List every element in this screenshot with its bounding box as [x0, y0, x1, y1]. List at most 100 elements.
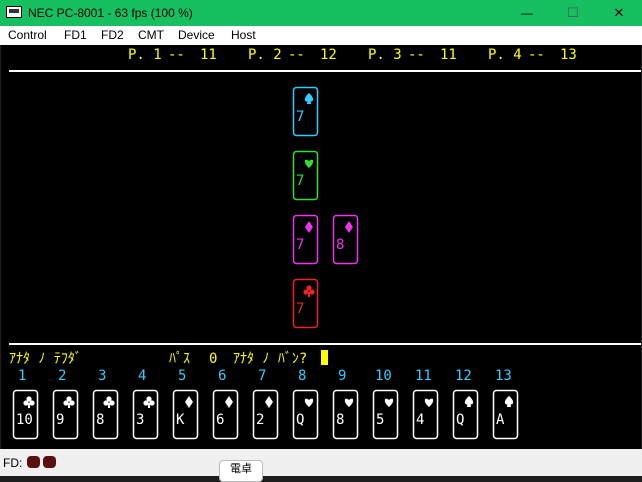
score-value: 12 — [320, 47, 337, 63]
table-card: 7 — [292, 214, 319, 265]
card-rank: 7 — [296, 173, 304, 189]
score-separator: -- — [168, 47, 185, 63]
hand-card[interactable]: 8 — [332, 389, 359, 440]
menu-device[interactable]: Device — [178, 28, 215, 42]
hand-card[interactable]: 10 — [12, 389, 39, 440]
diamond-icon — [265, 396, 273, 408]
card-rank: 8 — [336, 412, 344, 428]
card-rank: Q — [296, 412, 304, 428]
hand-index: 7 — [258, 368, 266, 384]
title-bar: NEC PC-8001 - 63 fps (100 %) — ☐ ✕ — [0, 0, 642, 26]
card-rank: 2 — [256, 412, 264, 428]
spade-icon — [504, 396, 514, 407]
table-card: 7 — [292, 86, 319, 137]
fd-label: FD: — [3, 456, 23, 470]
club-icon — [63, 396, 75, 408]
bottom-divider — [9, 343, 641, 345]
card-rank: A — [496, 412, 505, 428]
spade-icon — [464, 396, 474, 407]
hand-card[interactable]: 6 — [212, 389, 239, 440]
minimize-icon: — — [521, 6, 533, 20]
hand-card[interactable]: 3 — [132, 389, 159, 440]
score-player-label: P. 3 — [368, 47, 402, 63]
fd2-led-icon — [43, 456, 56, 468]
hand-card[interactable]: 2 — [252, 389, 279, 440]
menu-control[interactable]: Control — [8, 28, 47, 42]
card-rank: 7 — [296, 301, 304, 317]
menu-fd1[interactable]: FD1 — [64, 28, 87, 42]
hand-index: 6 — [218, 368, 226, 384]
hand-card[interactable]: A — [492, 389, 519, 440]
hand-index: 4 — [138, 368, 146, 384]
hand-card[interactable]: Q — [292, 389, 319, 440]
menu-cmt[interactable]: CMT — [138, 28, 164, 42]
top-divider — [9, 70, 641, 72]
pass-label: ﾊﾟｽ — [169, 351, 190, 367]
score-separator: -- — [408, 47, 425, 63]
club-icon — [143, 396, 155, 408]
diamond-icon — [225, 396, 233, 408]
table-card: 7 — [292, 278, 319, 329]
hand-index: 10 — [375, 368, 392, 384]
card-rank: 5 — [376, 412, 384, 428]
card-rank: K — [176, 412, 185, 428]
fd1-led-icon — [27, 456, 40, 468]
card-rank: 8 — [96, 412, 104, 428]
minimize-button[interactable]: — — [504, 0, 550, 26]
card-rank: 6 — [216, 412, 224, 428]
score-value: 11 — [440, 47, 457, 63]
hand-index: 11 — [415, 368, 432, 384]
spade-icon — [304, 93, 314, 104]
hand-card[interactable]: K — [172, 389, 199, 440]
score-player-label: P. 2 — [248, 47, 282, 63]
hand-index: 13 — [495, 368, 512, 384]
hand-card[interactable]: 4 — [412, 389, 439, 440]
hand-card[interactable]: 5 — [372, 389, 399, 440]
tooltip: 電卓 — [219, 460, 263, 482]
text-cursor — [321, 350, 328, 365]
hand-card[interactable]: 9 — [52, 389, 79, 440]
card-rank: 9 — [56, 412, 64, 428]
score-player-label: P. 4 — [488, 47, 522, 63]
card-rank: Q — [456, 412, 464, 428]
card-rank: 3 — [136, 412, 144, 428]
heart-icon — [304, 398, 314, 407]
hand-index: 1 — [18, 368, 26, 384]
hand-index: 5 — [178, 368, 186, 384]
hand-index: 12 — [455, 368, 472, 384]
hand-card[interactable]: Q — [452, 389, 479, 440]
menu-host[interactable]: Host — [231, 28, 256, 42]
game-display: P. 1 -- 11 P. 2 -- 12 P. 3 -- 11 P. 4 -- 13777 87ｱﾅﾀ… — [9, 47, 641, 440]
hand-card[interactable]: 8 — [92, 389, 119, 440]
heart-icon — [344, 398, 354, 407]
close-icon: ✕ — [613, 5, 625, 20]
maximize-button[interactable]: ☐ — [550, 0, 596, 26]
diamond-icon — [185, 396, 193, 408]
card-rank: 10 — [16, 412, 33, 428]
window-title: NEC PC-8001 - 63 fps (100 %) — [28, 6, 193, 20]
heart-icon — [424, 398, 434, 407]
diamond-icon — [345, 221, 353, 233]
club-icon — [23, 396, 35, 408]
close-button[interactable]: ✕ — [596, 0, 642, 26]
pass-count: 0 — [209, 351, 217, 367]
emulator-screen[interactable]: P. 1 -- 11 P. 2 -- 12 P. 3 -- 11 P. 4 -- 13 7 7 7 8 7 ｱﾅﾀ… — [1, 45, 641, 449]
card-rank: 7 — [296, 237, 304, 253]
hand-label: ｱﾅﾀ ﾉ ﾃﾌﾀﾞ — [9, 351, 82, 367]
turn-prompt: ｱﾅﾀ ﾉ ﾊﾞﾝ? — [233, 351, 307, 367]
score-value: 13 — [560, 47, 577, 63]
table-card: 7 — [292, 150, 319, 201]
score-player-label: P. 1 — [128, 47, 162, 63]
score-separator: -- — [528, 47, 545, 63]
app-icon — [6, 6, 22, 18]
card-rank: 7 — [296, 109, 304, 125]
club-icon — [303, 285, 315, 297]
menu-fd2[interactable]: FD2 — [101, 28, 124, 42]
hand-index: 8 — [298, 368, 306, 384]
card-rank: 4 — [416, 412, 424, 428]
hand-index: 3 — [98, 368, 106, 384]
menu-bar: Control FD1 FD2 CMT Device Host — [0, 26, 642, 45]
score-separator: -- — [288, 47, 305, 63]
heart-icon — [384, 398, 394, 407]
club-icon — [103, 396, 115, 408]
